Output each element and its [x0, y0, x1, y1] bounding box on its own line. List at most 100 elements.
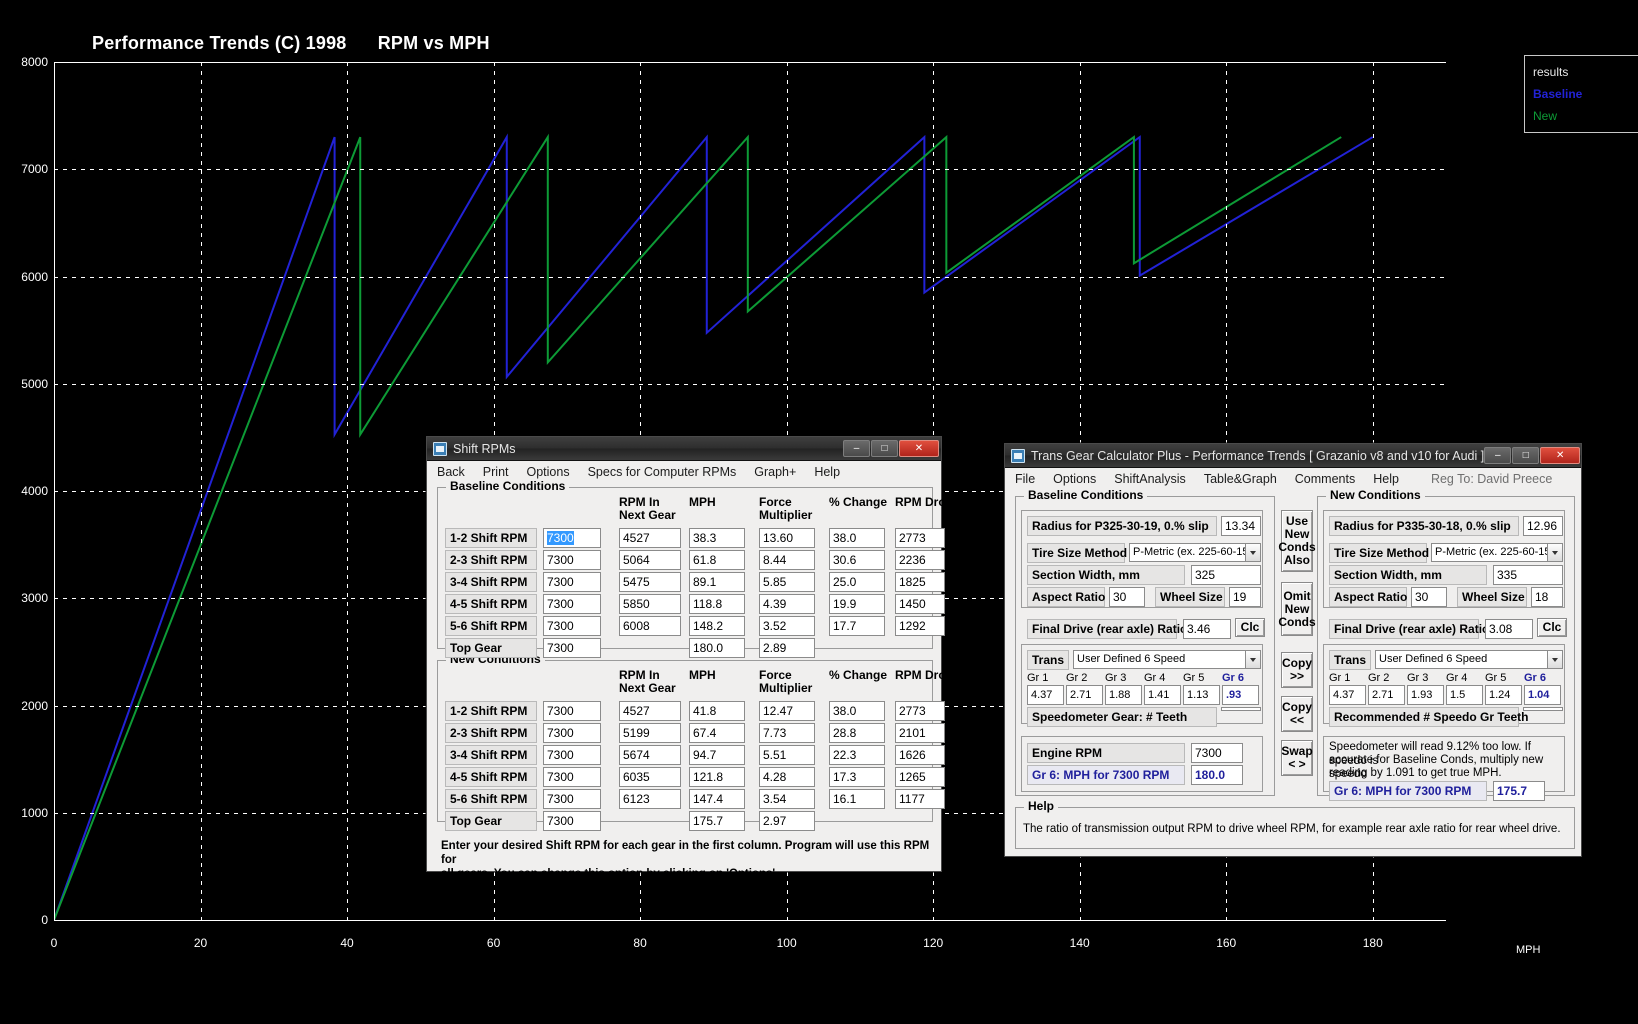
x-tick-label: 60 — [486, 936, 501, 950]
baseline-row-label: 2-3 Shift RPM — [445, 550, 537, 570]
trans-baseline-gear-ratio-2[interactable]: 2.71 — [1066, 685, 1103, 705]
copy-left-button[interactable]: Copy << — [1281, 696, 1313, 732]
close-button[interactable]: ✕ — [1540, 447, 1581, 464]
baseline-shift-rpm-input[interactable]: 7300 — [543, 638, 601, 658]
trans-menubar[interactable]: File Options ShiftAnalysis Table&Graph Comme… — [1005, 468, 1581, 488]
trans-baseline-gear-ratio-3[interactable]: 1.88 — [1105, 685, 1142, 705]
trans-new-wheel-size-value[interactable]: 18 — [1531, 587, 1563, 607]
trans-menu-item-shiftanalysis[interactable]: ShiftAnalysis — [1114, 472, 1186, 486]
trans-baseline-gear-ratio-4[interactable]: 1.41 — [1144, 685, 1181, 705]
shift-menu-item-help[interactable]: Help — [814, 465, 840, 479]
minimize-button[interactable]: – — [1484, 447, 1512, 464]
chevron-down-icon[interactable] — [1547, 544, 1562, 561]
trans-new-speedo-teeth-label: Recommended # Speedo Gr Teeth — [1329, 707, 1529, 727]
baseline-force-multiplier-field: 2.89 — [759, 638, 815, 658]
trans-baseline-gear-ratio-6[interactable]: .93 — [1222, 685, 1259, 705]
shift-rpms-titlebar[interactable]: Shift RPMs – □ ✕ — [427, 437, 941, 461]
trans-new-gear-header-3: Gr 3 — [1407, 672, 1429, 684]
trans-baseline-aspect-ratio-value[interactable]: 30 — [1109, 587, 1145, 607]
new-shift-rpm-input[interactable]: 7300 — [543, 701, 601, 721]
baseline-shift-rpm-input[interactable]: 7300 — [543, 528, 601, 548]
trans-baseline-speedo-teeth-value[interactable] — [1221, 707, 1261, 711]
trans-new-gear-ratio-2[interactable]: 2.71 — [1368, 685, 1405, 705]
baseline-col-header-pct-change: % Change — [829, 495, 888, 509]
chevron-down-icon[interactable] — [1245, 651, 1260, 668]
new-shift-rpm-input[interactable]: 7300 — [543, 811, 601, 831]
baseline-shift-rpm-input[interactable]: 7300 — [543, 616, 601, 636]
trans-titlebar[interactable]: Trans Gear Calculator Plus - Performance… — [1005, 444, 1581, 468]
new-rpm-next-gear-field: 5199 — [619, 723, 681, 743]
trans-baseline-section-width-value[interactable]: 325 — [1191, 565, 1261, 585]
trans-menu-item-table-graph[interactable]: Table&Graph — [1204, 472, 1277, 486]
trans-new-final-drive-value[interactable]: 3.08 — [1485, 619, 1533, 639]
trans-baseline-gear-ratio-1[interactable]: 4.37 — [1027, 685, 1064, 705]
trans-new-gear-ratio-6[interactable]: 1.04 — [1524, 685, 1561, 705]
new-shift-rpm-input[interactable]: 7300 — [543, 789, 601, 809]
trans-new-gear-header-2: Gr 2 — [1368, 672, 1390, 684]
trans-new-aspect-ratio-value[interactable]: 30 — [1411, 587, 1447, 607]
shift-menu-item-specs-for-computer-rpms[interactable]: Specs for Computer RPMs — [588, 465, 737, 479]
trans-baseline-aspect-ratio-label: Aspect Ratio — [1027, 587, 1105, 607]
trans-gear-calculator-window[interactable]: Trans Gear Calculator Plus - Performance… — [1004, 443, 1582, 857]
trans-menu-item-help[interactable]: Help — [1373, 472, 1399, 486]
shift-footer-line2: all gears. You can change this option by… — [441, 868, 779, 880]
omit-new-conds-button[interactable]: Omit New Conds — [1278, 582, 1316, 636]
baseline-shift-rpm-input[interactable]: 7300 — [543, 572, 601, 592]
new-mph-field: 147.4 — [689, 789, 745, 809]
shift-menu-item-print[interactable]: Print — [483, 465, 509, 479]
maximize-button[interactable]: □ — [871, 440, 898, 457]
new-row-label: 2-3 Shift RPM — [445, 723, 537, 743]
gridline-horizontal — [54, 276, 1446, 278]
use-new-conds-also-button[interactable]: Use New Conds Also — [1278, 510, 1316, 572]
baseline-rpm-next-gear-field: 5475 — [619, 572, 681, 592]
baseline-rpm-drop-field: 1292 — [895, 616, 945, 636]
axis-bottom — [54, 920, 1446, 921]
trans-menu-item-file[interactable]: File — [1015, 472, 1035, 486]
new-rpm-next-gear-field: 6123 — [619, 789, 681, 809]
trans-new-tire-method-combo[interactable]: P-Metric (ex. 225-60-15) — [1431, 543, 1563, 562]
trans-baseline-wheel-size-label: Wheel Size — [1155, 587, 1225, 607]
shift-rpms-window[interactable]: Shift RPMs – □ ✕ Back Print Options Specs f… — [426, 436, 953, 880]
y-tick-label: 6000 — [21, 269, 48, 284]
trans-new-gear-ratio-5[interactable]: 1.24 — [1485, 685, 1522, 705]
shift-rpms-menubar[interactable]: Back Print Options Specs for Computer RPMs G… — [427, 461, 941, 481]
new-rpm-next-gear-field: 4527 — [619, 701, 681, 721]
trans-baseline-clc-button[interactable]: Clc — [1235, 618, 1265, 637]
chevron-down-icon[interactable] — [1547, 651, 1562, 668]
trans-baseline-wheel-size-value[interactable]: 19 — [1229, 587, 1261, 607]
shift-menu-item-back[interactable]: Back — [437, 465, 465, 479]
close-button[interactable]: ✕ — [899, 440, 939, 457]
swap-button[interactable]: Swap < > — [1281, 740, 1313, 776]
trans-baseline-trans-combo[interactable]: User Defined 6 Speed — [1073, 650, 1261, 669]
copy-right-button[interactable]: Copy >> — [1281, 652, 1313, 688]
trans-menu-item-comments[interactable]: Comments — [1295, 472, 1355, 486]
baseline-shift-rpm-input[interactable]: 7300 — [543, 594, 601, 614]
trans-new-gear-ratio-3[interactable]: 1.93 — [1407, 685, 1444, 705]
trans-new-clc-button[interactable]: Clc — [1537, 618, 1567, 637]
baseline-mph-field: 118.8 — [689, 594, 745, 614]
trans-new-speedo-note-line3: reading by 1.091 to get true MPH. — [1329, 767, 1502, 779]
trans-baseline-final-drive-value[interactable]: 3.46 — [1183, 619, 1231, 639]
trans-new-gear-ratio-4[interactable]: 1.5 — [1446, 685, 1483, 705]
chevron-down-icon[interactable] — [1245, 544, 1260, 561]
new-shift-rpm-input[interactable]: 7300 — [543, 767, 601, 787]
trans-new-speedo-teeth-value[interactable] — [1523, 707, 1563, 711]
baseline-shift-rpm-input[interactable]: 7300 — [543, 550, 601, 570]
trans-baseline-tire-method-value: P-Metric (ex. 225-60-15) — [1133, 546, 1253, 558]
new-mph-field: 94.7 — [689, 745, 745, 765]
trans-new-gear-ratio-1[interactable]: 4.37 — [1329, 685, 1366, 705]
trans-new-section-width-value[interactable]: 335 — [1493, 565, 1563, 585]
trans-baseline-gear-ratio-5[interactable]: 1.13 — [1183, 685, 1220, 705]
shift-menu-item-options[interactable]: Options — [527, 465, 570, 479]
trans-new-trans-combo[interactable]: User Defined 6 Speed — [1375, 650, 1563, 669]
trans-baseline-radius-label: Radius for P325-30-19, 0.% slip — [1027, 516, 1217, 536]
new-shift-rpm-input[interactable]: 7300 — [543, 723, 601, 743]
new-shift-rpm-input[interactable]: 7300 — [543, 745, 601, 765]
trans-baseline-engine-rpm-value[interactable]: 7300 — [1191, 743, 1243, 763]
trans-menu-item-options[interactable]: Options — [1053, 472, 1096, 486]
minimize-button[interactable]: – — [843, 440, 870, 457]
new-pct-change-field: 28.8 — [829, 723, 885, 743]
shift-menu-item-graph[interactable]: Graph+ — [754, 465, 796, 479]
trans-baseline-tire-method-combo[interactable]: P-Metric (ex. 225-60-15) — [1129, 543, 1261, 562]
maximize-button[interactable]: □ — [1512, 447, 1540, 464]
